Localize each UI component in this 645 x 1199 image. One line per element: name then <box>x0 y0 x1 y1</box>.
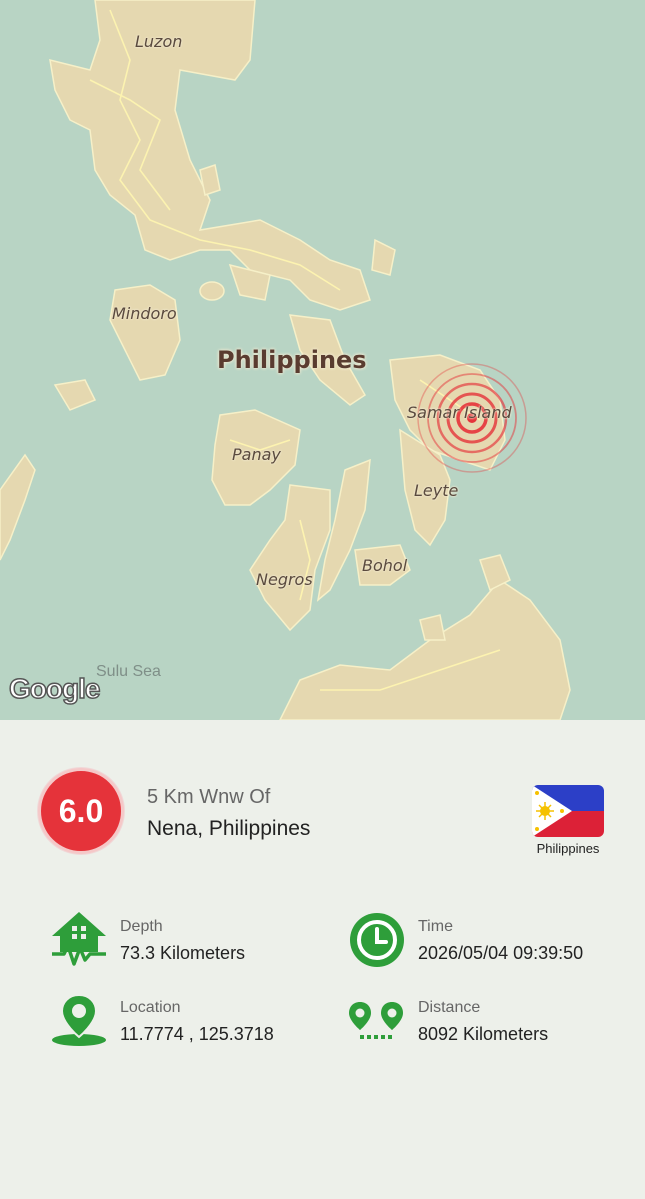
map-label-panay: Panay <box>232 445 281 464</box>
map-label-negros: Negros <box>256 570 313 589</box>
map-label-mindoro: Mindoro <box>112 304 177 323</box>
clock-icon <box>349 912 405 973</box>
google-logo[interactable]: Google <box>8 672 101 705</box>
distance-label: Distance <box>418 999 481 1016</box>
time-label: Time <box>418 918 453 935</box>
map-label-sulu-sea: Sulu Sea <box>96 663 161 680</box>
place-distance-text: 5 Km Wnw Of <box>147 786 271 808</box>
philippines-flag-icon <box>532 785 604 837</box>
location-label: Location <box>120 999 181 1016</box>
route-pins-icon <box>348 1002 406 1047</box>
magnitude-badge: 6.0 <box>38 768 124 854</box>
house-quake-icon <box>50 910 108 971</box>
place-name: Nena, Philippines <box>147 817 311 840</box>
map-label-leyte: Leyte <box>414 481 459 500</box>
location-value: 11.7774 , 125.3718 <box>120 1024 274 1044</box>
time-value: 2026/05/04 09:39:50 <box>418 943 584 963</box>
map-view[interactable]: Luzon Mindoro Philippines Samar Island P… <box>0 0 645 720</box>
map-label-luzon: Luzon <box>135 32 183 51</box>
depth-value: 73.3 Kilometers <box>120 943 246 963</box>
depth-label: Depth <box>120 918 163 935</box>
country-label: Philippines <box>536 841 600 856</box>
map-label-samar: Samar Island <box>407 403 512 422</box>
map-label-country: Philippines <box>217 346 367 374</box>
distance-value: 8092 Kilometers <box>418 1024 549 1044</box>
map-label-bohol: Bohol <box>362 556 408 575</box>
map-pin-icon <box>50 993 108 1052</box>
